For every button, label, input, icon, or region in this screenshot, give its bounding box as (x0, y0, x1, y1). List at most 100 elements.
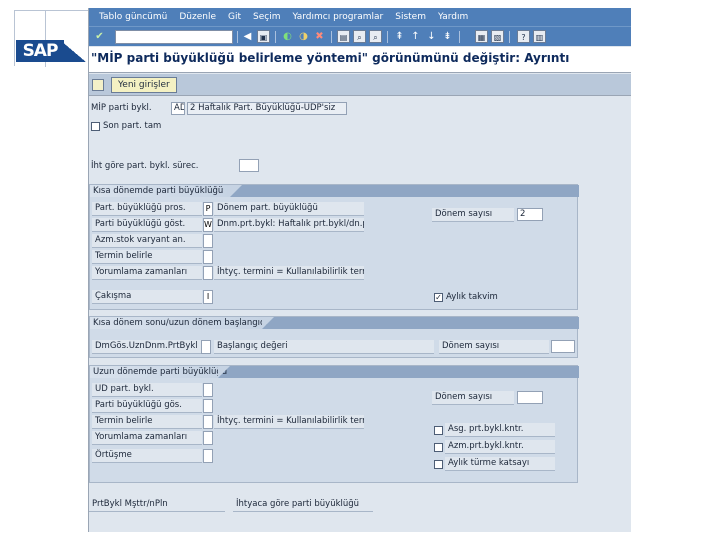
save-icon[interactable]: ▣ (257, 30, 270, 43)
layout-icon[interactable]: ▥ (533, 30, 546, 43)
lt-row-label-2: Parti büyüklüğü gös. (92, 399, 202, 413)
lt-period-count-field[interactable] (517, 391, 543, 404)
sap-window: Tablo güncümü Düzenle Git Seçim Yardımcı… (88, 8, 631, 532)
st-row-code-6[interactable]: I (203, 290, 213, 304)
st-row-label-5: Yorumlama zamanları (92, 266, 202, 280)
st-row-desc-2: Dnm.prt.bykl: Haftalık prt.bykl/dn.prt.d (214, 218, 364, 232)
back-green-icon[interactable]: ◐ (281, 30, 294, 43)
command-field[interactable] (115, 30, 233, 44)
screen: SAP Tablo güncümü Düzenle Git Seçim Yard… (0, 0, 720, 540)
st-row-code-1[interactable]: P (203, 202, 213, 216)
menu-bar: Tablo güncümü Düzenle Git Seçim Yardımcı… (89, 8, 631, 26)
monthly-calendar-checkbox[interactable]: ✓ (434, 293, 443, 302)
find-icon[interactable]: ⌕ (353, 30, 366, 43)
requirement-lot-size-label: İht göre part. bykl. sürec. (91, 161, 199, 171)
term-boundary-title: Kısa dönem sonu/uzun dönem başlangıcı (90, 317, 274, 329)
toolbar-separator (331, 31, 332, 43)
long-term-group: Uzun dönemde parti büyüklüğü UD part. by… (89, 365, 579, 483)
rule-period-count-field[interactable] (551, 340, 575, 353)
menu-item-selection[interactable]: Seçim (253, 12, 280, 22)
cancel-red-icon[interactable]: ✖ (313, 30, 326, 43)
display-change-icon[interactable] (92, 79, 104, 91)
next-page-icon[interactable]: ↓ (425, 30, 438, 43)
back-arrow-icon[interactable]: ◀ (241, 30, 254, 43)
lt-period-count-label: Dönem sayısı (432, 391, 514, 405)
toolbar-separator (387, 31, 388, 43)
st-row-label-6: Çakışma (92, 290, 202, 304)
mip-lot-size-label: MİP parti bykl. (91, 103, 152, 113)
st-row-label-3: Azm.stok varyant an. (92, 234, 202, 248)
menu-item-table[interactable]: Tablo güncümü (99, 12, 167, 22)
toolbar-separator (237, 31, 238, 43)
monthly-calendar-label: Aylık takvim (446, 292, 498, 302)
rule-col-lot-size: DmGös.UznDnm.PrtBykl (92, 340, 210, 354)
st-row-desc-5: İhtyç. termini = Kullanılabilirlik termi… (214, 266, 364, 280)
min-lot-check-label: Asg. prt.bykl.kntr. (445, 423, 555, 437)
lt-row-label-5: Örtüşme (92, 449, 202, 463)
lt-row-code-4[interactable] (203, 431, 213, 445)
long-term-title: Uzun dönemde parti büyüklüğü (90, 366, 230, 378)
lot-size-customer-label: PrtBykl Mşttr/nPln (89, 498, 225, 512)
rule-col-lot-size-field[interactable] (201, 340, 211, 354)
help-icon[interactable]: ? (517, 30, 530, 43)
st-row-code-3[interactable] (203, 234, 213, 248)
short-term-group: Kısa dönemde parti büyüklüğü Part. büyük… (89, 184, 579, 310)
menu-item-goto[interactable]: Git (228, 12, 241, 22)
term-boundary-group: Kısa dönem sonu/uzun dönem başlangıcı Dm… (89, 316, 579, 358)
menu-item-system[interactable]: Sistem (395, 12, 426, 22)
st-row-code-5[interactable] (203, 266, 213, 280)
toolbar-separator (275, 31, 276, 43)
lt-row-code-3[interactable] (203, 415, 213, 429)
command-dropdown-icon[interactable]: ▾ (219, 30, 232, 43)
menu-item-utilities[interactable]: Yardımcı programlar (292, 12, 383, 22)
rule-col-period-count: Dönem sayısı (439, 340, 549, 354)
monthly-factor-checkbox[interactable] (434, 460, 443, 469)
system-toolbar: ✔ ▾ ◀ ▣ ◐ ◑ ✖ ▤ ⌕ ⌕ ⇞ ↑ ↓ ⇟ ▦ ▧ ? ▥ (89, 26, 631, 46)
previous-page-icon[interactable]: ↑ (409, 30, 422, 43)
st-row-label-2: Parti büyüklüğü göst. (92, 218, 202, 232)
short-term-title: Kısa dönemde parti büyüklüğü (90, 185, 242, 197)
new-entries-button[interactable]: Yeni girişler (111, 77, 177, 93)
st-row-label-1: Part. büyüklüğü pros. (92, 202, 202, 216)
lt-row-code-2[interactable] (203, 399, 213, 413)
menu-item-edit[interactable]: Düzenle (179, 12, 216, 22)
rule-col-start-value: Başlangıç değeri (214, 340, 434, 354)
max-lot-check-checkbox[interactable] (434, 443, 443, 452)
toolbar-separator (459, 31, 460, 43)
enter-check-icon[interactable]: ✔ (93, 30, 106, 43)
last-lot-exact-label: Son part. tam (103, 121, 162, 131)
st-row-label-4: Termin belirle (92, 250, 202, 264)
st-period-count-field[interactable]: 2 (517, 208, 543, 221)
last-lot-exact-checkbox[interactable] (91, 122, 100, 131)
st-row-desc-1: Dönem part. büyüklüğü (214, 202, 364, 216)
lt-row-label-3: Termin belirle (92, 415, 202, 429)
menu-item-help[interactable]: Yardım (438, 12, 468, 22)
new-session-icon[interactable]: ▦ (475, 30, 488, 43)
page-title: "MİP parti büyüklüğü belirleme yöntemi" … (91, 51, 570, 65)
print-icon[interactable]: ▤ (337, 30, 350, 43)
find-next-icon[interactable]: ⌕ (369, 30, 382, 43)
last-page-icon[interactable]: ⇟ (441, 30, 454, 43)
monthly-factor-label: Aylık türme katsayı (445, 457, 555, 471)
screen-title-bar: "MİP parti büyüklüğü belirleme yöntemi" … (89, 47, 631, 73)
sap-logo-area: SAP (0, 0, 90, 90)
mip-lot-size-description: 2 Haftalık Part. Büyüklüğü-UDP'siz (187, 102, 347, 115)
lt-row-code-5[interactable] (203, 449, 213, 463)
st-period-count-label: Dönem sayısı (432, 208, 514, 222)
application-toolbar: Yeni girişler (89, 74, 631, 96)
st-row-code-4[interactable] (203, 250, 213, 264)
lt-row-code-1[interactable] (203, 383, 213, 397)
lt-row-label-1: UD part. bykl. (92, 383, 202, 397)
exit-yellow-icon[interactable]: ◑ (297, 30, 310, 43)
requirement-lot-size-field[interactable] (239, 159, 259, 172)
st-row-code-2[interactable]: W (203, 218, 213, 232)
requirement-lot-size-footer-label: İhtyaca göre parti büyüklüğü (233, 498, 373, 512)
sap-logo-text: SAP (22, 41, 59, 61)
max-lot-check-label: Azm.prt.bykl.kntr. (445, 440, 555, 454)
lt-row-label-4: Yorumlama zamanları (92, 431, 202, 445)
shortcut-icon[interactable]: ▧ (491, 30, 504, 43)
min-lot-check-checkbox[interactable] (434, 426, 443, 435)
mip-lot-size-code-field[interactable]: AD (171, 102, 185, 115)
first-page-icon[interactable]: ⇞ (393, 30, 406, 43)
toolbar-separator (509, 31, 510, 43)
